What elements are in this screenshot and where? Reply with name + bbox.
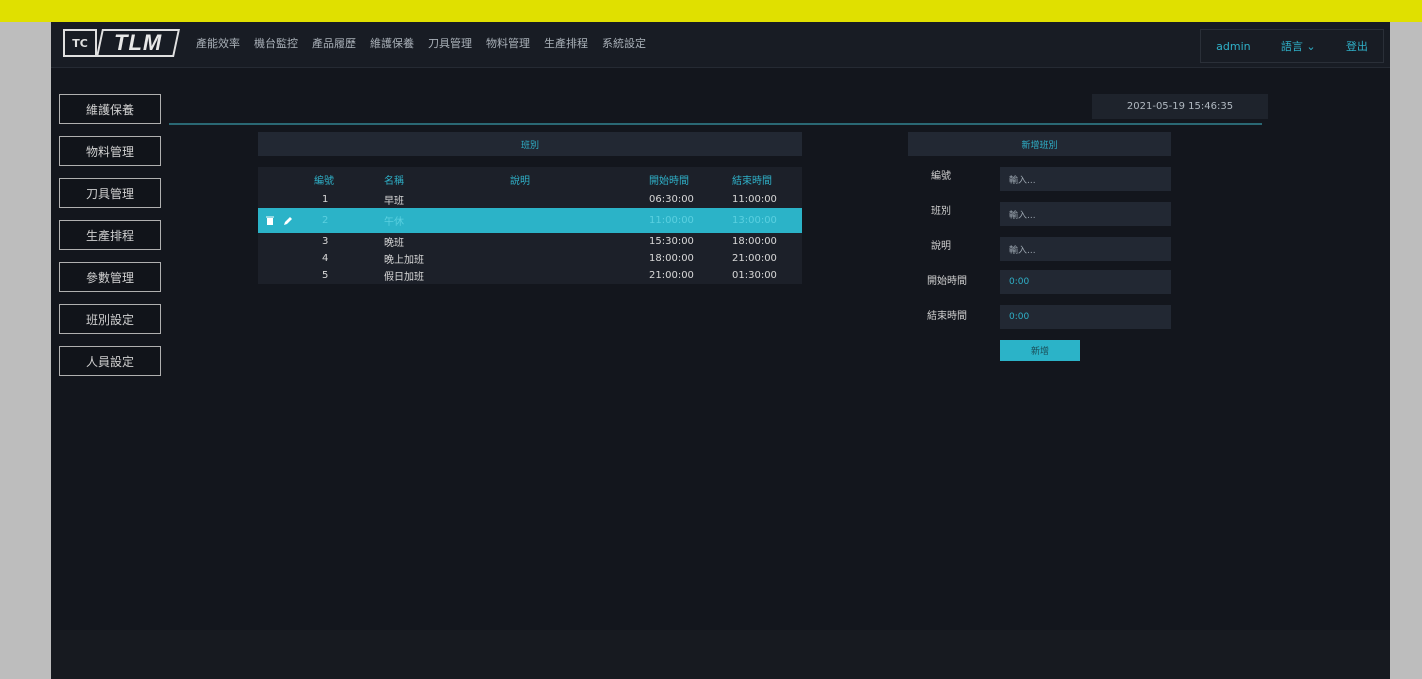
table-row[interactable]: 1 早班 06:30:00 11:00:00 — [258, 191, 802, 208]
end-time-input[interactable]: 0:00 — [1000, 305, 1171, 329]
row-end-time: 01:30:00 — [732, 270, 777, 281]
shift-name-input[interactable]: 輸入... — [1000, 202, 1171, 226]
menu-item-maintenance[interactable]: 維護保養 — [370, 35, 414, 51]
row-name: 早班 — [384, 196, 404, 207]
row-id: 2 — [322, 215, 329, 226]
sidebar-item-schedule[interactable]: 生產排程 — [59, 220, 161, 250]
row-name: 晚班 — [384, 238, 404, 249]
form-label-end-time: 結束時間 — [927, 311, 967, 322]
logout-link[interactable]: 登出 — [1346, 38, 1368, 54]
menu-item-tool-management[interactable]: 刀具管理 — [428, 35, 472, 51]
table-row[interactable]: 4 晚上加班 18:00:00 21:00:00 — [258, 250, 802, 267]
column-header-description: 說明 — [510, 175, 530, 187]
table-row[interactable]: 5 假日加班 21:00:00 01:30:00 — [258, 267, 802, 284]
table-row[interactable]: 3 晚班 15:30:00 18:00:00 — [258, 233, 802, 250]
form-label-id: 編號 — [931, 171, 951, 182]
sidebar-item-shift-settings[interactable]: 班別設定 — [59, 304, 161, 334]
row-end-time: 13:00:00 — [732, 215, 777, 226]
top-banner — [0, 0, 1422, 22]
sidebar-item-maintenance[interactable]: 維護保養 — [59, 94, 161, 124]
user-name[interactable]: admin — [1216, 40, 1250, 53]
app-window: TC TLM 產能效率 機台監控 產品履歷 維護保養 刀具管理 物料管理 生產排… — [51, 22, 1390, 679]
row-start-time: 18:00:00 — [649, 253, 694, 264]
shift-table: 編號 名稱 說明 開始時間 結束時間 1 早班 06:30:00 11:00:0… — [258, 167, 802, 284]
row-id: 4 — [322, 253, 329, 264]
logo-mark: TLM — [96, 29, 180, 57]
sidebar: 維護保養 物料管理 刀具管理 生產排程 參數管理 班別設定 人員設定 — [59, 94, 163, 388]
top-navigation: TC TLM 產能效率 機台監控 產品履歷 維護保養 刀具管理 物料管理 生產排… — [51, 22, 1390, 68]
menu-item-production-schedule[interactable]: 生產排程 — [544, 35, 588, 51]
form-panel-title: 新增班別 — [908, 132, 1171, 156]
sidebar-item-tools[interactable]: 刀具管理 — [59, 178, 161, 208]
row-start-time: 06:30:00 — [649, 194, 694, 205]
row-id: 3 — [322, 236, 329, 247]
sidebar-item-personnel[interactable]: 人員設定 — [59, 346, 161, 376]
row-start-time: 11:00:00 — [649, 215, 694, 226]
row-end-time: 18:00:00 — [732, 236, 777, 247]
sidebar-item-material[interactable]: 物料管理 — [59, 136, 161, 166]
menu-item-machine-monitor[interactable]: 機台監控 — [254, 35, 298, 51]
menu-item-material-management[interactable]: 物料管理 — [486, 35, 530, 51]
column-header-end-time: 結束時間 — [732, 175, 772, 187]
add-button[interactable]: 新增 — [1000, 340, 1080, 361]
table-header: 編號 名稱 說明 開始時間 結束時間 — [258, 167, 802, 191]
description-input[interactable]: 輸入... — [1000, 237, 1171, 261]
form-label-description: 說明 — [931, 241, 951, 252]
form-label-shift: 班別 — [931, 206, 951, 217]
logo-badge: TC — [63, 29, 97, 57]
header-divider — [169, 123, 1262, 125]
delete-icon[interactable] — [266, 208, 274, 233]
main-menu: 產能效率 機台監控 產品履歷 維護保養 刀具管理 物料管理 生產排程 系統設定 — [196, 35, 646, 51]
column-header-id: 編號 — [314, 175, 334, 187]
user-area: admin 語言 ⌄ 登出 — [1200, 29, 1384, 63]
row-start-time: 15:30:00 — [649, 236, 694, 247]
row-name: 假日加班 — [384, 272, 424, 283]
row-start-time: 21:00:00 — [649, 270, 694, 281]
table-row-selected[interactable]: 2 午休 11:00:00 13:00:00 — [258, 208, 802, 233]
language-selector[interactable]: 語言 ⌄ — [1281, 38, 1316, 54]
row-end-time: 21:00:00 — [732, 253, 777, 264]
start-time-input[interactable]: 0:00 — [1000, 270, 1171, 294]
row-id: 1 — [322, 194, 329, 205]
column-header-name: 名稱 — [384, 175, 404, 187]
row-end-time: 11:00:00 — [732, 194, 777, 205]
row-id: 5 — [322, 270, 329, 281]
column-header-start-time: 開始時間 — [649, 175, 689, 187]
row-name: 午休 — [384, 217, 404, 228]
menu-item-efficiency[interactable]: 產能效率 — [196, 35, 240, 51]
form-label-start-time: 開始時間 — [927, 276, 967, 287]
logo-badge-text: TC — [72, 36, 88, 50]
id-input[interactable]: 輸入... — [1000, 167, 1171, 191]
datetime-display: 2021-05-19 15:46:35 — [1092, 94, 1268, 119]
footer-bar — [51, 630, 1390, 679]
edit-icon[interactable] — [283, 208, 293, 233]
row-name: 晚上加班 — [384, 255, 424, 266]
logo: TC TLM — [63, 28, 181, 58]
menu-item-system-settings[interactable]: 系統設定 — [602, 35, 646, 51]
list-panel-title: 班別 — [258, 132, 802, 156]
logo-text: TLM — [113, 30, 163, 55]
menu-item-product-history[interactable]: 產品履歷 — [312, 35, 356, 51]
sidebar-item-parameters[interactable]: 參數管理 — [59, 262, 161, 292]
